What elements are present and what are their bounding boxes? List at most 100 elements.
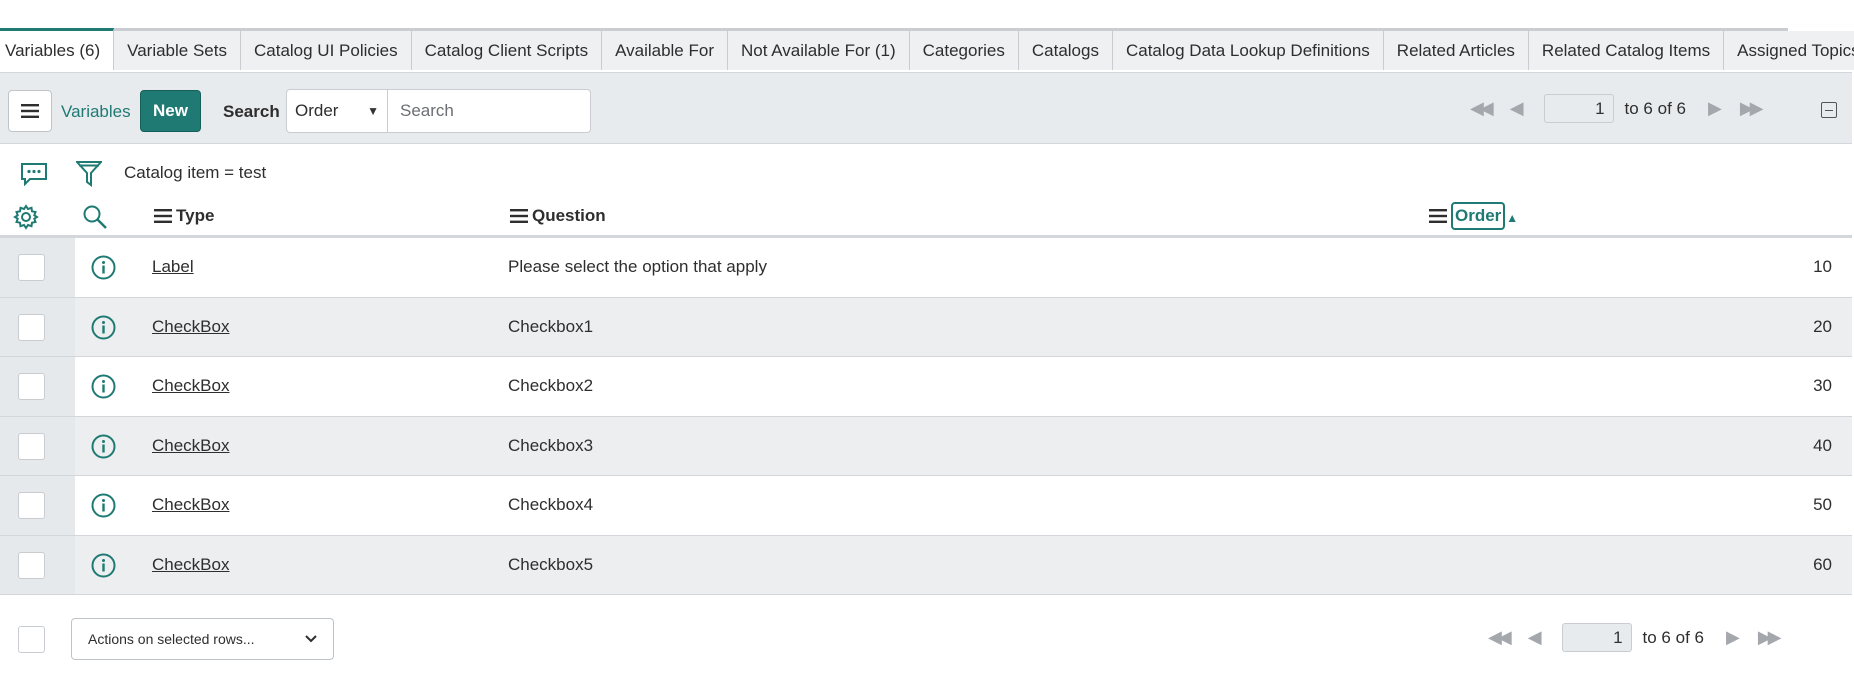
pager-top: ◀◀ ◀ 1 to 6 of 6 ▶ ▶▶ (1470, 94, 1764, 123)
table-row: CheckBox Checkbox2 30 (0, 357, 1852, 417)
actions-select[interactable]: Actions on selected rows... (71, 618, 334, 660)
row-checkbox[interactable] (18, 432, 45, 460)
page-number-input[interactable]: 1 (1561, 623, 1632, 652)
row-select-cell (0, 416, 75, 475)
type-link[interactable]: CheckBox (152, 436, 229, 456)
select-all-checkbox[interactable] (18, 626, 45, 653)
table-header: Type Question Order ▲ (0, 198, 1852, 238)
column-header-order[interactable]: Order ▲ (1429, 202, 1518, 230)
tab-not-available-for[interactable]: Not Available For (1) (727, 31, 910, 70)
first-page-icon[interactable]: ◀◀ (1470, 98, 1494, 119)
row-checkbox[interactable] (18, 254, 45, 281)
question-cell: Checkbox2 (508, 376, 594, 395)
column-label-type: Type (176, 206, 215, 225)
page-number-input[interactable]: 1 (1543, 94, 1614, 123)
info-icon[interactable] (91, 434, 116, 464)
list-toolbar: Variables New Search Order ▼ ◀◀ ◀ 1 to 6… (0, 72, 1852, 144)
tab-catalog-data-lookup-definitions[interactable]: Catalog Data Lookup Definitions (1112, 31, 1384, 70)
search-icon[interactable] (82, 204, 108, 235)
previous-page-icon[interactable]: ◀ (1510, 98, 1524, 119)
row-checkbox[interactable] (18, 313, 45, 341)
question-cell: Checkbox4 (508, 495, 594, 514)
range-text: to 6 of 6 (1624, 98, 1686, 118)
search-label: Search (223, 102, 280, 121)
activity-stream-icon[interactable] (20, 162, 48, 191)
tab-catalog-client-scripts[interactable]: Catalog Client Scripts (411, 31, 603, 70)
table-row: CheckBox Checkbox5 60 (0, 535, 1852, 595)
filter-breadcrumb[interactable]: Catalog item = test (124, 163, 266, 183)
row-select-cell (0, 357, 75, 416)
chevron-down-icon (305, 635, 317, 643)
info-icon[interactable] (91, 255, 116, 285)
question-cell: Checkbox5 (508, 554, 594, 574)
type-link[interactable]: Label (152, 257, 194, 277)
table-body: Label Please select the option that appl… (0, 238, 1852, 595)
range-text: to 6 of 6 (1642, 627, 1704, 647)
table-row: CheckBox Checkbox3 40 (0, 416, 1852, 476)
new-button[interactable]: New (140, 90, 201, 132)
order-cell: 50 (1813, 495, 1832, 514)
last-page-icon[interactable]: ▶▶ (1758, 627, 1782, 648)
type-link[interactable]: CheckBox (152, 495, 229, 515)
hamburger-icon (21, 104, 39, 118)
order-cell: 20 (1813, 316, 1832, 336)
row-select-cell (0, 297, 75, 356)
info-icon[interactable] (91, 553, 116, 583)
row-checkbox[interactable] (18, 492, 45, 519)
column-menu-icon (154, 209, 172, 223)
tab-related-articles[interactable]: Related Articles (1383, 31, 1529, 70)
list-title-link[interactable]: Variables (61, 102, 131, 122)
sort-ascending-icon: ▲ (1506, 211, 1519, 225)
list-footer: Actions on selected rows... ◀◀ ◀ 1 to 6 … (0, 610, 1852, 670)
tab-assigned-topics[interactable]: Assigned Topics (1724, 31, 1854, 70)
column-header-type[interactable]: Type (154, 206, 214, 226)
search-field-select[interactable]: Order ▼ (286, 89, 388, 133)
related-list-tabs: Variables (6) Variable Sets Catalog UI P… (0, 28, 1854, 70)
first-page-icon[interactable]: ◀◀ (1488, 627, 1512, 648)
type-link[interactable]: CheckBox (152, 317, 229, 337)
order-cell: 60 (1813, 554, 1832, 574)
tab-catalog-ui-policies[interactable]: Catalog UI Policies (240, 31, 412, 70)
column-menu-icon (510, 209, 528, 223)
table-row: Label Please select the option that appl… (0, 238, 1852, 298)
previous-page-icon[interactable]: ◀ (1528, 627, 1542, 648)
row-checkbox[interactable] (18, 551, 45, 579)
question-cell: Please select the option that apply (508, 257, 767, 276)
column-header-question[interactable]: Question (510, 206, 606, 226)
tab-variable-sets[interactable]: Variable Sets (114, 31, 241, 70)
order-cell: 40 (1813, 435, 1832, 455)
table-row: CheckBox Checkbox4 50 (0, 476, 1852, 536)
tab-available-for[interactable]: Available For (602, 31, 728, 70)
column-menu-icon (1429, 209, 1447, 223)
last-page-icon[interactable]: ▶▶ (1740, 98, 1764, 119)
question-cell: Checkbox1 (508, 316, 594, 336)
actions-select-value: Actions on selected rows... (88, 631, 255, 647)
filter-icon[interactable] (74, 160, 104, 193)
filter-row: Catalog item = test (0, 158, 600, 188)
info-icon[interactable] (91, 493, 116, 523)
type-link[interactable]: CheckBox (152, 376, 229, 396)
row-select-cell (0, 238, 75, 297)
search-field-value: Order (295, 101, 339, 120)
table-row: CheckBox Checkbox1 20 (0, 297, 1852, 357)
pager-bottom: ◀◀ ◀ 1 to 6 of 6 ▶ ▶▶ (1488, 623, 1782, 652)
column-label-question: Question (532, 206, 606, 225)
tab-catalogs[interactable]: Catalogs (1018, 31, 1113, 70)
row-checkbox[interactable] (18, 373, 45, 400)
next-page-icon[interactable]: ▶ (1726, 627, 1740, 648)
info-icon[interactable] (91, 315, 116, 345)
next-page-icon[interactable]: ▶ (1708, 98, 1722, 119)
tab-variables[interactable]: Variables (6) (0, 28, 115, 70)
collapse-list-icon[interactable] (1821, 102, 1837, 118)
tab-categories[interactable]: Categories (909, 31, 1019, 70)
row-select-cell (0, 476, 75, 535)
gear-icon[interactable] (13, 204, 39, 235)
search-input[interactable] (388, 89, 591, 133)
order-cell: 10 (1813, 257, 1832, 276)
type-link[interactable]: CheckBox (152, 555, 229, 575)
list-menu-button[interactable] (8, 90, 52, 132)
question-cell: Checkbox3 (508, 435, 594, 455)
tab-related-catalog-items[interactable]: Related Catalog Items (1528, 31, 1725, 70)
order-cell: 30 (1813, 376, 1832, 395)
info-icon[interactable] (91, 374, 116, 404)
